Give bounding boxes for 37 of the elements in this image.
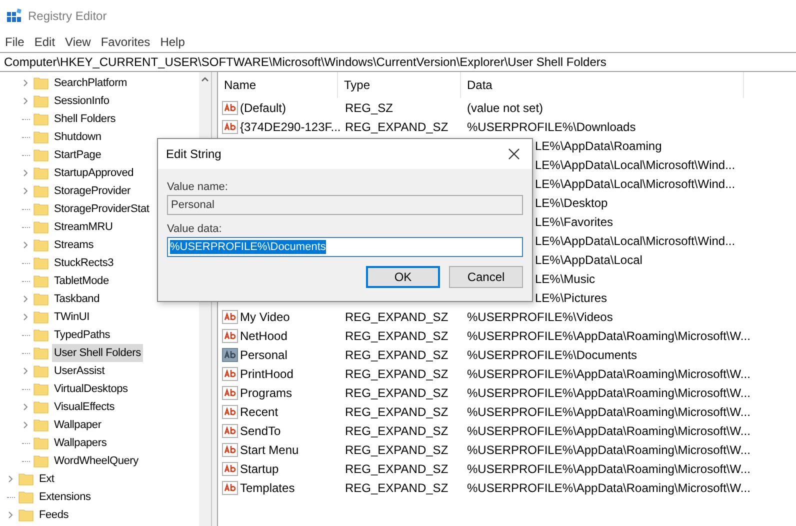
value-type: REG_EXPAND_SZ bbox=[344, 384, 450, 402]
value-data: %USERPROFILE%\AppData\Roaming\Microsoft\W... bbox=[466, 442, 750, 458]
value-type: REG_EXPAND_SZ bbox=[344, 346, 450, 364]
value-type: REG_EXPAND_SZ bbox=[344, 460, 450, 478]
value-data: %USERPROFILE%\AppData\Roaming\Microsoft\W... bbox=[466, 366, 750, 382]
value-type: REG_SZ bbox=[344, 100, 394, 116]
value-data: LE%\AppData\Roaming bbox=[535, 138, 662, 154]
value-data: LE%\Favorites bbox=[535, 214, 614, 230]
value-data: LE%\Music bbox=[535, 270, 596, 288]
value-data: LE%\Desktop bbox=[535, 194, 608, 212]
field-label: Value data: bbox=[167, 222, 223, 237]
value-data: %USERPROFILE%\AppData\Roaming\Microsoft\W... bbox=[466, 460, 750, 478]
value-data: %USERPROFILE%\AppData\Roaming\Microsoft\W... bbox=[466, 328, 750, 344]
value-data: %USERPROFILE%\Downloads bbox=[466, 118, 636, 136]
value-type: REG_EXPAND_SZ bbox=[344, 442, 450, 458]
value-data: LE%\Pictures bbox=[535, 290, 608, 306]
value-type: REG_EXPAND_SZ bbox=[344, 404, 450, 420]
value-data: %USERPROFILE%\Documents bbox=[466, 346, 638, 364]
value-data: LE%\AppData\Local\Microsoft\Wind... bbox=[535, 176, 736, 192]
value-type: REG_EXPAND_SZ bbox=[344, 118, 450, 136]
value-data: %USERPROFILE%\AppData\Roaming\Microsoft\W... bbox=[466, 480, 750, 496]
value-data: %USERPROFILE%\Videos bbox=[466, 308, 613, 326]
dialog-title: Edit String bbox=[166, 146, 222, 163]
value-data: %USERPROFILE%\AppData\Roaming\Microsoft\W... bbox=[466, 384, 750, 402]
field-label: Value name: bbox=[167, 180, 229, 195]
value-data: (value not set) bbox=[466, 100, 544, 116]
value-type: REG_EXPAND_SZ bbox=[344, 366, 450, 382]
window-title: Registry Editor bbox=[28, 8, 107, 25]
value-data: %USERPROFILE%\AppData\Roaming\Microsoft\W... bbox=[466, 404, 750, 420]
value-data: LE%\AppData\Local\Microsoft\Wind... bbox=[535, 156, 736, 174]
value-type: REG_EXPAND_SZ bbox=[344, 422, 450, 440]
value-data: LE%\AppData\Local bbox=[535, 252, 642, 268]
value-data: LE%\AppData\Local\Microsoft\Wind... bbox=[535, 232, 736, 250]
value-type: REG_EXPAND_SZ bbox=[344, 328, 450, 344]
value-type: REG_EXPAND_SZ bbox=[344, 308, 450, 326]
value-type: REG_EXPAND_SZ bbox=[344, 480, 450, 496]
value-data: %USERPROFILE%\AppData\Roaming\Microsoft\W... bbox=[466, 422, 750, 440]
